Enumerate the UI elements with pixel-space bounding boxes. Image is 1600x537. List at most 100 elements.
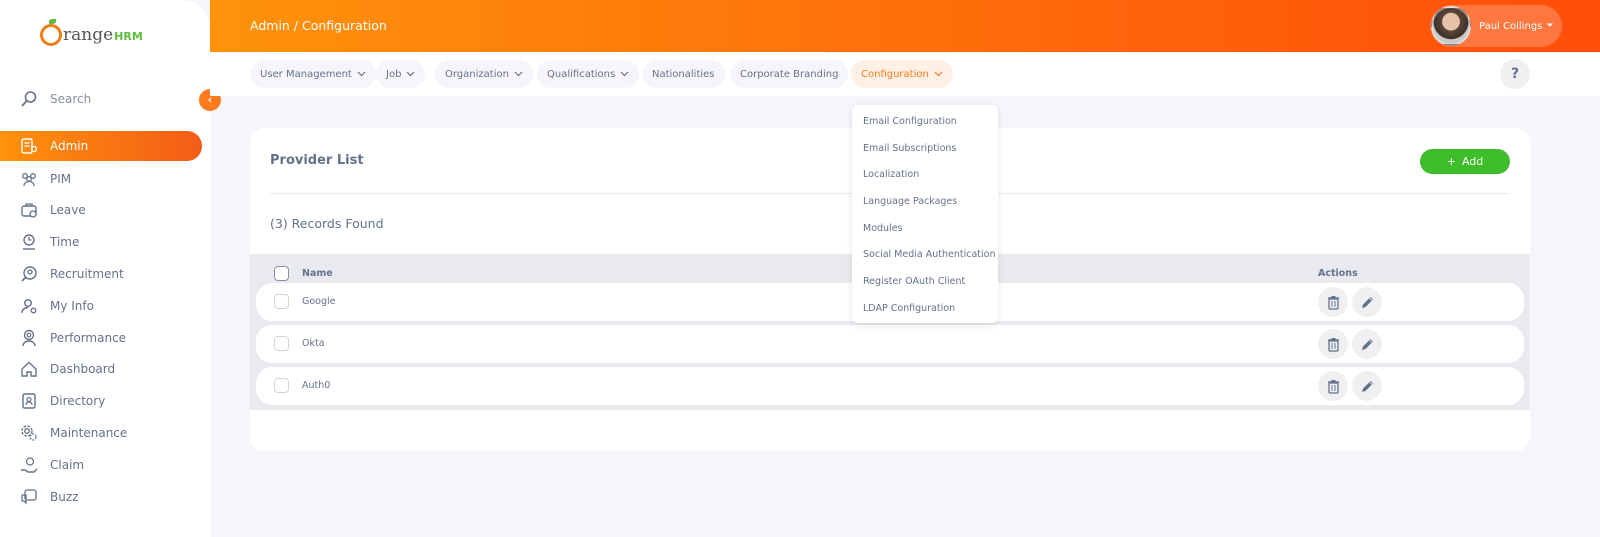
chevron-down-icon xyxy=(406,70,415,79)
logo-suffix: HRM xyxy=(114,30,143,43)
tab-organization[interactable]: Organization xyxy=(435,60,533,88)
configuration-dropdown: Email Configuration Email Subscriptions Lo… xyxy=(852,105,998,323)
column-header-actions: Actions xyxy=(1318,268,1358,279)
add-button-label: Add xyxy=(1461,155,1484,168)
tab-nationalities[interactable]: Nationalities xyxy=(642,60,725,88)
search-input[interactable]: Search xyxy=(50,92,91,106)
menu-item-social-media-authentication[interactable]: Social Media Authentication xyxy=(852,242,998,269)
time-icon xyxy=(20,233,38,251)
tab-label: Nationalities xyxy=(652,68,715,80)
logo-text: range xyxy=(63,25,114,45)
tab-user-management[interactable]: User Management xyxy=(250,60,376,88)
sidebar-item-label: PIM xyxy=(50,171,72,186)
sidebar-item-label: Admin xyxy=(50,139,89,153)
provider-name: Google xyxy=(302,296,336,307)
trash-icon xyxy=(1327,337,1340,352)
tab-job[interactable]: Job xyxy=(376,60,426,88)
menu-item-language-packages[interactable]: Language Packages xyxy=(852,189,998,216)
sidebar-item-label: Claim xyxy=(50,457,85,472)
help-button[interactable]: ? xyxy=(1500,59,1530,89)
sidebar-search[interactable]: Search xyxy=(20,90,91,108)
sidebar-item-performance[interactable]: Performance xyxy=(0,322,210,354)
select-all-checkbox[interactable] xyxy=(274,266,289,281)
caret-down-icon: ⏷ xyxy=(1546,21,1554,31)
tab-label: Qualifications xyxy=(547,68,616,80)
row-checkbox[interactable] xyxy=(274,378,289,393)
delete-button[interactable] xyxy=(1318,329,1348,359)
sidebar-item-maintenance[interactable]: Maintenance xyxy=(0,417,210,449)
sidebar: range HRM Search ‹ Admin PIM Leave Time Recr… xyxy=(0,0,221,537)
claim-icon xyxy=(20,456,38,474)
maintenance-icon xyxy=(20,424,38,442)
pim-icon xyxy=(20,170,38,188)
main-menu: Admin PIM Leave Time Recruitment My Info Perfo… xyxy=(0,131,210,513)
breadcrumb: Admin / Configuration xyxy=(250,18,387,33)
avatar xyxy=(1431,6,1471,46)
menu-item-email-subscriptions[interactable]: Email Subscriptions xyxy=(852,136,998,163)
sidebar-item-claim[interactable]: Claim xyxy=(0,449,210,481)
chevron-down-icon xyxy=(620,70,629,79)
edit-button[interactable] xyxy=(1352,329,1382,359)
chevron-down-icon xyxy=(934,70,943,79)
menu-item-email-configuration[interactable]: Email Configuration xyxy=(852,109,998,136)
delete-button[interactable] xyxy=(1318,287,1348,317)
page-title: Provider List xyxy=(270,153,364,168)
sidebar-item-label: Maintenance xyxy=(50,426,128,441)
tab-label: Corporate Branding xyxy=(740,68,839,80)
sidebar-item-admin[interactable]: Admin xyxy=(0,131,202,161)
sidebar-item-dashboard[interactable]: Dashboard xyxy=(0,354,210,386)
sidebar-item-label: Dashboard xyxy=(50,362,116,377)
admin-icon xyxy=(20,137,38,155)
leave-icon xyxy=(20,201,38,219)
buzz-icon xyxy=(20,488,38,506)
table-row[interactable]: Okta xyxy=(256,325,1524,363)
sidebar-item-label: Directory xyxy=(50,394,106,409)
records-count: (3) Records Found xyxy=(270,216,384,231)
tab-corporate-branding[interactable]: Corporate Branding xyxy=(730,60,849,88)
sidebar-item-label: Recruitment xyxy=(50,267,124,282)
sidebar-item-directory[interactable]: Directory xyxy=(0,385,210,417)
row-checkbox[interactable] xyxy=(274,336,289,351)
trash-icon xyxy=(1327,295,1340,310)
row-checkbox[interactable] xyxy=(274,294,289,309)
edit-button[interactable] xyxy=(1352,371,1382,401)
sidebar-item-label: Performance xyxy=(50,330,127,345)
sidebar-item-my-info[interactable]: My Info xyxy=(0,290,210,322)
chevron-down-icon xyxy=(357,70,366,79)
table-row[interactable]: Auth0 xyxy=(256,367,1524,405)
menu-item-localization[interactable]: Localization xyxy=(852,162,998,189)
user-dropdown[interactable]: Paul Collings ⏷ xyxy=(1430,5,1562,47)
pencil-icon xyxy=(1360,337,1375,352)
menu-item-ldap-configuration[interactable]: LDAP Configuration xyxy=(852,296,998,323)
sidebar-item-buzz[interactable]: Buzz xyxy=(0,481,210,513)
provider-name: Okta xyxy=(302,338,325,349)
tab-label: Configuration xyxy=(861,68,929,80)
topbar: Admin / Configuration Paul Collings ⏷ xyxy=(210,0,1600,52)
provider-name: Auth0 xyxy=(302,380,331,391)
delete-button[interactable] xyxy=(1318,371,1348,401)
tab-configuration[interactable]: Configuration xyxy=(851,60,953,88)
pencil-icon xyxy=(1360,295,1375,310)
add-button[interactable]: + Add xyxy=(1420,149,1510,174)
user-name: Paul Collings xyxy=(1479,20,1543,32)
sidebar-item-leave[interactable]: Leave xyxy=(0,195,210,227)
sidebar-item-pim[interactable]: PIM xyxy=(0,163,210,195)
column-header-name: Name xyxy=(302,268,333,279)
tab-qualifications[interactable]: Qualifications xyxy=(537,60,640,88)
pencil-icon xyxy=(1360,379,1375,394)
menu-item-register-oauth-client[interactable]: Register OAuth Client xyxy=(852,269,998,296)
sidebar-item-label: Leave xyxy=(50,203,86,218)
sidebar-item-label: Time xyxy=(50,235,80,250)
directory-icon xyxy=(20,392,38,410)
admin-nav: ? User Management Job Organization Qualific… xyxy=(210,52,1600,96)
orangehrm-logo[interactable]: range HRM xyxy=(40,19,143,46)
sidebar-item-recruitment[interactable]: Recruitment xyxy=(0,258,210,290)
tab-label: Organization xyxy=(445,68,509,80)
sidebar-item-time[interactable]: Time xyxy=(0,226,210,258)
sidebar-item-label: Buzz xyxy=(50,489,79,504)
edit-button[interactable] xyxy=(1352,287,1382,317)
menu-item-modules[interactable]: Modules xyxy=(852,216,998,243)
chevron-down-icon xyxy=(514,70,523,79)
my-info-icon xyxy=(20,297,38,315)
plus-icon: + xyxy=(1446,155,1456,168)
